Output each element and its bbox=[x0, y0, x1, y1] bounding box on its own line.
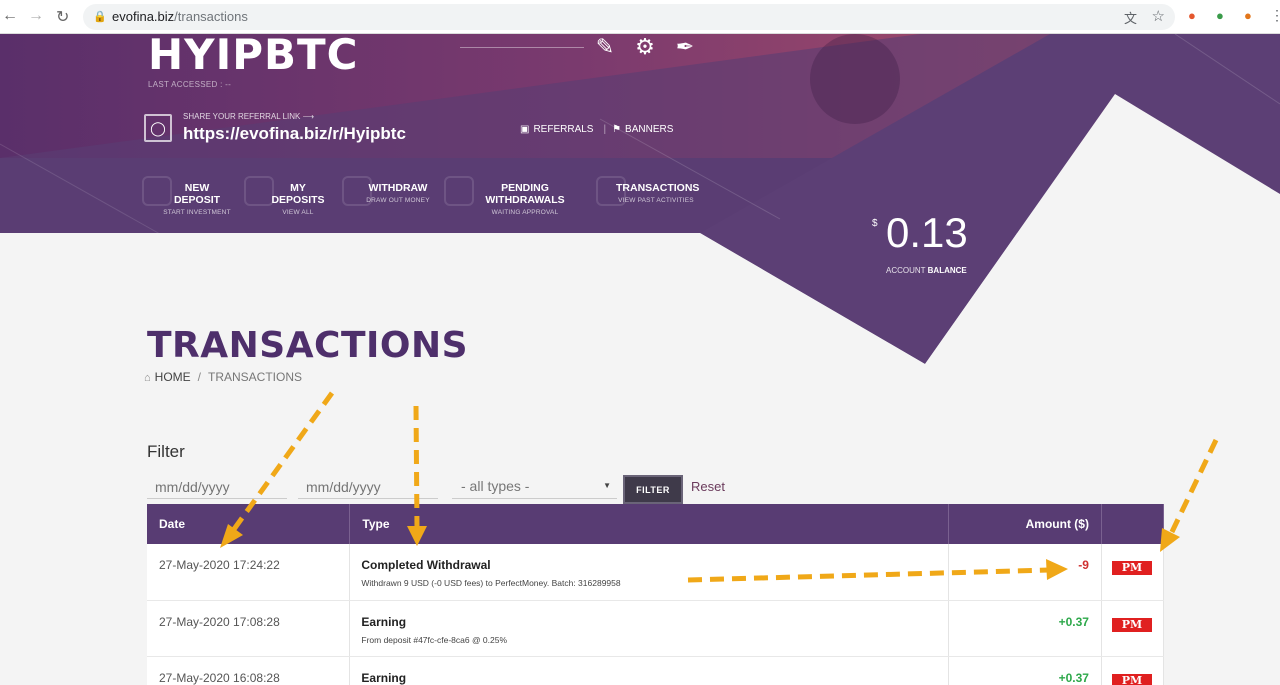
table-row: 27-May-2020 17:08:28 Earning From deposi… bbox=[147, 600, 1165, 657]
row-amount: -9 bbox=[948, 544, 1102, 601]
translate-icon[interactable]: 文 bbox=[1124, 8, 1137, 27]
referral-link[interactable]: https://evofina.biz/r/Hyipbtc bbox=[183, 124, 406, 144]
breadcrumb: ⌂ HOME / TRANSACTIONS bbox=[144, 370, 303, 384]
referrals-link[interactable]: REFERRALS bbox=[533, 124, 593, 135]
breadcrumb-current: TRANSACTIONS bbox=[208, 370, 303, 384]
table-row: 27-May-2020 16:08:28 Earning +0.37 PM bbox=[147, 656, 1165, 685]
metamask-fox-icon[interactable]: ● bbox=[1244, 8, 1252, 23]
address-bar[interactable]: 🔒 evofina.biz/transactions 文 ☆ bbox=[83, 4, 1175, 30]
table-header-row: Date Type Amount ($) bbox=[147, 504, 1165, 544]
date-from-input[interactable] bbox=[147, 475, 287, 499]
row-type: Earning bbox=[361, 614, 407, 629]
caret-down-icon: ▼ bbox=[603, 481, 611, 490]
forward-arrow-icon[interactable]: → bbox=[28, 7, 44, 25]
col-processor bbox=[1101, 504, 1165, 544]
browser-toolbar: ← → ↻ 🔒 evofina.biz/transactions 文 ☆ ● ●… bbox=[0, 0, 1280, 34]
row-processor: PM bbox=[1101, 600, 1165, 657]
menu-new-deposit[interactable]: NEW DEPOSIT START INVESTMENT bbox=[142, 176, 232, 216]
row-type-cell: Earning bbox=[349, 656, 950, 685]
filter-button[interactable]: FILTER bbox=[623, 475, 683, 504]
referrals-icon: ▣ bbox=[520, 124, 530, 135]
clock-icon bbox=[444, 176, 474, 206]
list-icon bbox=[596, 176, 626, 206]
row-date: 27-May-2020 17:08:28 bbox=[147, 600, 351, 657]
fire-extension-icon[interactable]: ● bbox=[1188, 8, 1196, 23]
breadcrumb-home[interactable]: HOME bbox=[155, 370, 191, 384]
row-type: Completed Withdrawal bbox=[361, 558, 491, 572]
filter-title: Filter bbox=[147, 442, 185, 461]
globe-extension-icon[interactable]: ● bbox=[1216, 8, 1224, 23]
menu-transactions[interactable]: TRANSACTIONS VIEW PAST ACTIVITIES bbox=[596, 176, 699, 206]
balance-caption: ACCOUNT BALANCE bbox=[886, 266, 967, 275]
row-type: Earning bbox=[361, 670, 407, 685]
username-brand: HYIPBTC bbox=[148, 34, 359, 79]
row-processor: PM bbox=[1101, 656, 1165, 685]
edit-profile-icon[interactable]: ✎ bbox=[590, 34, 620, 64]
row-date: 27-May-2020 16:08:28 bbox=[147, 656, 351, 685]
lock-icon: 🔒 bbox=[93, 11, 107, 23]
balance-currency: $ bbox=[872, 218, 878, 229]
withdraw-icon bbox=[342, 176, 372, 206]
perfectmoney-logo-icon: PM bbox=[1111, 561, 1152, 575]
header-divider bbox=[460, 47, 584, 48]
table-row: 27-May-2020 17:24:22 Completed Withdrawa… bbox=[147, 544, 1165, 601]
reset-link[interactable]: Reset bbox=[691, 479, 725, 494]
account-header: HYIPBTC LAST ACCESSED : -- ✎ ⚙ ✒ ◯ SHARE… bbox=[0, 34, 1280, 364]
row-description: Withdrawn 9 USD (-0 USD fees) to Perfect… bbox=[361, 578, 621, 588]
home-icon: ⌂ bbox=[144, 372, 151, 384]
gear-icon[interactable]: ⚙ bbox=[630, 34, 660, 64]
deposits-icon bbox=[244, 176, 274, 206]
page-title: TRANSACTIONS bbox=[147, 325, 469, 366]
menu-pending-withdrawals[interactable]: PENDING WITHDRAWALS WAITING APPROVAL bbox=[444, 176, 586, 216]
col-amount[interactable]: Amount ($) bbox=[948, 504, 1102, 544]
row-description: From deposit #47fc-cfe-8ca6 @ 0.25% bbox=[361, 634, 508, 645]
reload-icon[interactable]: ↻ bbox=[56, 7, 69, 27]
row-amount: +0.37 bbox=[948, 656, 1102, 685]
banners-link[interactable]: BANNERS bbox=[625, 124, 673, 135]
type-select[interactable]: - all types - ▼ bbox=[452, 475, 617, 499]
row-type-cell: Completed Withdrawal Withdrawn 9 USD (-0… bbox=[349, 544, 950, 601]
url-text: evofina.biz/transactions bbox=[112, 9, 248, 24]
transactions-table: Date Type Amount ($) 27-May-2020 17:24:2… bbox=[147, 504, 1165, 685]
back-arrow-icon[interactable]: ← bbox=[2, 7, 18, 25]
deposit-icon bbox=[142, 176, 172, 206]
balance-value: 0.13 bbox=[886, 209, 968, 256]
arrow-to-processor bbox=[1167, 438, 1219, 538]
perfectmoney-logo-icon: PM bbox=[1111, 673, 1152, 685]
share-icon[interactable]: ◯ bbox=[144, 114, 172, 142]
referral-caption: SHARE YOUR REFERRAL LINK ⟶ bbox=[183, 112, 315, 121]
date-to-input[interactable] bbox=[298, 475, 438, 499]
row-processor: PM bbox=[1101, 544, 1165, 601]
flag-icon: ⚑ bbox=[612, 124, 622, 135]
menu-my-deposits[interactable]: MY DEPOSITS VIEW ALL bbox=[244, 176, 332, 216]
pen-icon[interactable]: ✒ bbox=[670, 34, 700, 64]
row-type-cell: Earning From deposit #47fc-cfe-8ca6 @ 0.… bbox=[349, 600, 950, 657]
perfectmoney-logo-icon: PM bbox=[1111, 617, 1152, 632]
menu-withdraw[interactable]: WITHDRAW DRAW OUT MONEY bbox=[342, 176, 434, 206]
row-date: 27-May-2020 17:24:22 bbox=[147, 544, 351, 601]
bookmark-star-icon[interactable]: ☆ bbox=[1152, 7, 1165, 25]
col-date[interactable]: Date bbox=[147, 504, 351, 544]
last-accessed: LAST ACCESSED : -- bbox=[148, 80, 232, 89]
col-type[interactable]: Type bbox=[349, 504, 950, 544]
row-amount: +0.37 bbox=[948, 600, 1102, 657]
browser-menu-icon[interactable]: ⋮ bbox=[1270, 7, 1280, 24]
referral-nav: ▣ REFERRALS | ⚑ BANNERS bbox=[520, 124, 674, 135]
